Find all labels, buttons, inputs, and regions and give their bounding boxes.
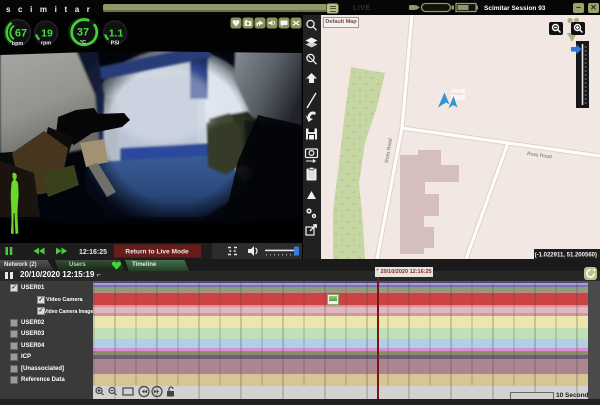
svg-text:°C: °C — [80, 40, 86, 46]
svg-text:rpm: rpm — [41, 41, 51, 47]
svg-text:12:16:25: 12:16:25 — [79, 249, 107, 256]
svg-text:Return to Live Mode: Return to Live Mode — [125, 249, 189, 256]
svg-text:67: 67 — [15, 28, 27, 40]
svg-text:19: 19 — [41, 28, 53, 40]
svg-text:37: 37 — [77, 27, 89, 39]
svg-text:(-1.022911, 51.200560): (-1.022911, 51.200560) — [535, 253, 597, 259]
svg-text:bpm: bpm — [12, 41, 24, 47]
svg-text:1.1: 1.1 — [109, 28, 124, 40]
svg-text:PSI: PSI — [111, 41, 120, 47]
